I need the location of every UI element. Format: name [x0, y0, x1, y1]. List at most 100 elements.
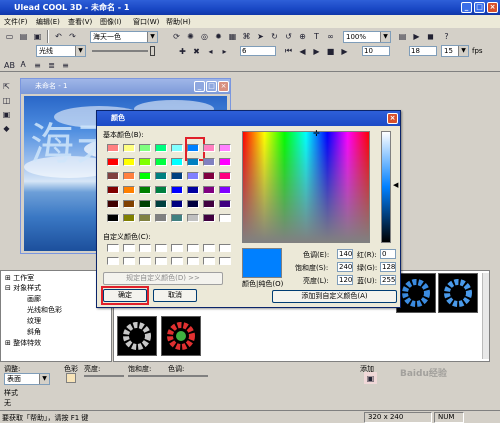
basic-color-swatch[interactable]	[155, 186, 167, 194]
menu-view[interactable]: 查看(V)	[68, 17, 92, 27]
zoom-combo[interactable]: 100% ▼	[343, 31, 391, 43]
light-combo[interactable]: 光线 ▼	[36, 45, 86, 57]
basic-color-swatch[interactable]	[219, 172, 231, 180]
cancel-button[interactable]: 取消	[153, 289, 197, 302]
basic-color-swatch[interactable]	[203, 186, 215, 194]
basic-color-swatch[interactable]	[139, 214, 151, 222]
basic-color-swatch[interactable]	[203, 214, 215, 222]
grid-icon[interactable]: ▦	[226, 30, 239, 42]
custom-color-swatch[interactable]	[123, 257, 135, 265]
basic-color-swatch[interactable]	[139, 172, 151, 180]
play-icon[interactable]: ▶	[310, 45, 323, 57]
green-input[interactable]: 128	[380, 262, 396, 272]
camera-icon[interactable]: ⌘	[240, 30, 253, 42]
basic-color-swatch[interactable]	[155, 200, 167, 208]
basic-color-swatch[interactable]	[219, 200, 231, 208]
tree-item-global-fx[interactable]: ⊞ 整体特效	[5, 338, 41, 348]
cube-tool-icon[interactable]: ◆	[0, 122, 13, 134]
image-tool-icon[interactable]: ◫	[0, 94, 13, 106]
next-icon[interactable]: ▸	[218, 45, 231, 57]
add-object-icon[interactable]: ✚	[176, 45, 189, 57]
custom-color-swatch[interactable]	[155, 257, 167, 265]
menu-window[interactable]: 窗口(W)	[133, 17, 159, 27]
basic-color-swatch[interactable]	[171, 172, 183, 180]
doc-minimize-icon[interactable]: _	[194, 81, 205, 92]
undo-icon[interactable]: ↶	[52, 30, 65, 42]
custom-color-swatch[interactable]	[107, 244, 119, 252]
basic-color-swatch[interactable]	[139, 200, 151, 208]
tree-item-texture[interactable]: 纹理	[27, 316, 41, 326]
menu-help[interactable]: 帮助(H)	[166, 17, 191, 27]
basic-color-swatch[interactable]	[123, 214, 135, 222]
tree-item-object-style[interactable]: ⊟ 对象样式	[5, 283, 41, 293]
basic-color-swatch[interactable]	[203, 144, 215, 152]
basic-color-swatch[interactable]	[187, 144, 199, 152]
basic-color-swatch[interactable]	[219, 158, 231, 166]
lum-input[interactable]: 120	[337, 275, 353, 285]
film-icon[interactable]: ▤	[396, 30, 409, 42]
saturation-slider[interactable]	[128, 375, 168, 377]
custom-color-swatch[interactable]	[123, 244, 135, 252]
basic-color-swatch[interactable]	[155, 172, 167, 180]
basic-color-swatch[interactable]	[219, 144, 231, 152]
close-icon[interactable]: ×	[487, 2, 498, 13]
frame-value-input[interactable]: 10	[362, 46, 390, 56]
basic-color-swatch[interactable]	[107, 186, 119, 194]
brightness-slider[interactable]	[84, 375, 124, 377]
gallery-scrollbar[interactable]	[482, 273, 489, 359]
rotate-y-icon[interactable]: ↺	[282, 30, 295, 42]
color-spectrum[interactable]: ✛	[242, 129, 370, 243]
basic-color-swatch[interactable]	[155, 214, 167, 222]
basic-color-swatch[interactable]	[107, 214, 119, 222]
save-icon[interactable]: ▣	[31, 30, 44, 42]
timeline-slider[interactable]	[92, 50, 148, 52]
basic-color-swatch[interactable]	[219, 186, 231, 194]
basic-color-swatch[interactable]	[155, 158, 167, 166]
hue-slider[interactable]	[168, 375, 208, 377]
add-to-custom-colors-button[interactable]: 添加到自定义颜色(A)	[272, 290, 397, 303]
define-custom-colors-button[interactable]: 规定自定义颜色(D) >>	[103, 272, 223, 285]
app-title-bar[interactable]: Ulead COOL 3D - 未命名 - 1 _ □ ×	[0, 0, 500, 15]
basic-color-swatch[interactable]	[171, 214, 183, 222]
gallery-thumb[interactable]	[161, 316, 201, 356]
basic-color-swatch[interactable]	[203, 158, 215, 166]
sat-input[interactable]: 240	[337, 262, 353, 272]
basic-color-swatch[interactable]	[171, 144, 183, 152]
frame-input[interactable]: 6	[240, 46, 276, 56]
link-icon[interactable]: ∞	[324, 30, 337, 42]
basic-color-swatch[interactable]	[123, 144, 135, 152]
custom-color-swatch[interactable]	[203, 244, 215, 252]
basic-color-swatch[interactable]	[171, 186, 183, 194]
luminance-slider[interactable]	[381, 131, 391, 243]
basic-color-swatch[interactable]	[171, 158, 183, 166]
text-tool-icon[interactable]: T	[310, 30, 323, 42]
target-icon[interactable]: ◎	[198, 30, 211, 42]
help-pointer-icon[interactable]: ?	[440, 30, 453, 42]
basic-color-swatch[interactable]	[187, 186, 199, 194]
blue-input[interactable]: 255	[380, 275, 396, 285]
menu-image[interactable]: 图像(I)	[100, 17, 122, 27]
custom-color-swatch[interactable]	[219, 257, 231, 265]
custom-color-swatch[interactable]	[171, 257, 183, 265]
custom-color-swatch[interactable]	[187, 244, 199, 252]
custom-color-swatch[interactable]	[139, 244, 151, 252]
tree-item-studio[interactable]: ⊞ 工作室	[5, 273, 34, 283]
tree-item-light-color[interactable]: 光线和色彩	[27, 305, 62, 315]
luminance-arrow-icon[interactable]: ◀	[393, 181, 398, 189]
hue-input[interactable]: 140	[337, 249, 353, 259]
rotate-x-icon[interactable]: ↻	[268, 30, 281, 42]
text-align-right-icon[interactable]: ≡	[59, 59, 72, 71]
color-swatch[interactable]	[66, 373, 76, 383]
basic-color-swatch[interactable]	[107, 144, 119, 152]
open-file-icon[interactable]: ▤	[17, 30, 30, 42]
select-tool-icon[interactable]: ⇱	[0, 80, 13, 92]
custom-color-swatch[interactable]	[203, 257, 215, 265]
custom-color-swatch[interactable]	[139, 257, 151, 265]
light-icon[interactable]: ✹	[212, 30, 225, 42]
frame-total-input[interactable]: 18	[409, 46, 437, 56]
text-bold-icon[interactable]: AB	[3, 59, 16, 71]
custom-color-swatch[interactable]	[219, 244, 231, 252]
basic-color-swatch[interactable]	[203, 172, 215, 180]
stop-icon[interactable]: ■	[324, 45, 337, 57]
basic-color-swatch[interactable]	[219, 214, 231, 222]
